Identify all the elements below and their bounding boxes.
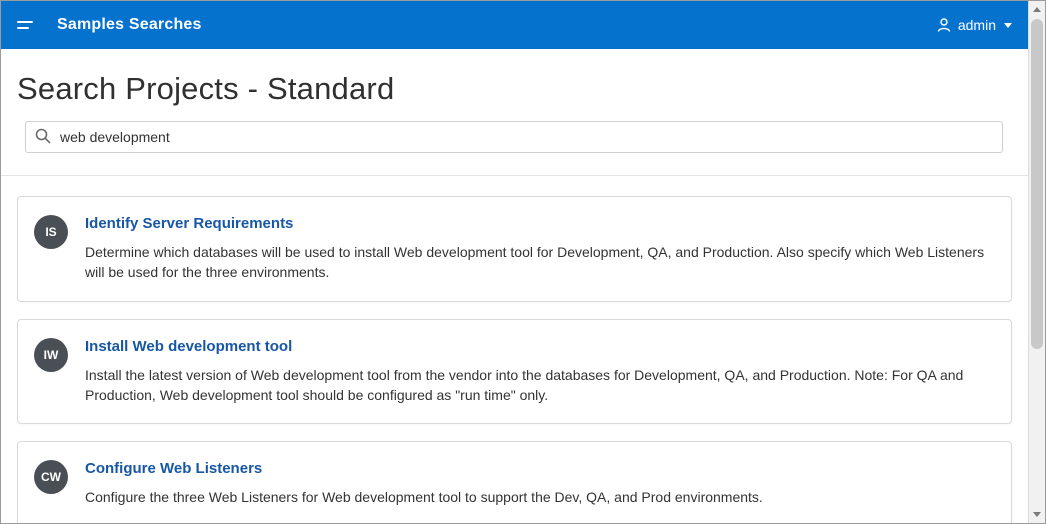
scrollbar-thumb[interactable] — [1031, 19, 1043, 349]
chevron-down-icon — [1004, 23, 1012, 28]
app-header: Samples Searches admin — [1, 1, 1028, 49]
result-card: IS Identify Server Requirements Determin… — [17, 196, 1012, 302]
search-region — [1, 107, 1028, 153]
result-title-link[interactable]: Configure Web Listeners — [85, 460, 262, 477]
result-card-body: Configure Web Listeners Configure the th… — [85, 458, 991, 507]
avatar: IS — [34, 215, 68, 249]
result-description: Configure the three Web Listeners for We… — [85, 487, 991, 507]
user-menu-button[interactable]: admin — [936, 17, 1012, 33]
scrollbar-down-arrow[interactable] — [1029, 506, 1045, 523]
result-card: IW Install Web development tool Install … — [17, 319, 1012, 425]
page-header: Search Projects - Standard — [1, 49, 1028, 107]
user-name-label: admin — [958, 17, 996, 33]
page-content: Search Projects - Standard IS Identify S… — [1, 49, 1028, 523]
result-title-link[interactable]: Identify Server Requirements — [85, 215, 293, 232]
result-card-body: Install Web development tool Install the… — [85, 336, 991, 406]
user-icon — [936, 17, 952, 33]
app-title: Samples Searches — [57, 16, 202, 34]
hamburger-menu-icon[interactable] — [17, 9, 49, 41]
search-results-list: IS Identify Server Requirements Determin… — [1, 176, 1028, 523]
search-box — [25, 121, 1003, 153]
scrollbar-up-arrow[interactable] — [1029, 1, 1045, 18]
vertical-scrollbar[interactable] — [1028, 1, 1045, 523]
avatar: CW — [34, 460, 68, 494]
result-title-link[interactable]: Install Web development tool — [85, 338, 292, 355]
result-card-body: Identify Server Requirements Determine w… — [85, 213, 991, 283]
search-icon — [34, 127, 52, 145]
search-input[interactable] — [25, 121, 1003, 153]
app-window: Samples Searches admin Search Projects -… — [1, 1, 1028, 523]
avatar: IW — [34, 338, 68, 372]
page-title: Search Projects - Standard — [17, 71, 1012, 107]
result-card: CW Configure Web Listeners Configure the… — [17, 441, 1012, 523]
result-description: Install the latest version of Web develo… — [85, 365, 991, 406]
result-description: Determine which databases will be used t… — [85, 242, 991, 283]
